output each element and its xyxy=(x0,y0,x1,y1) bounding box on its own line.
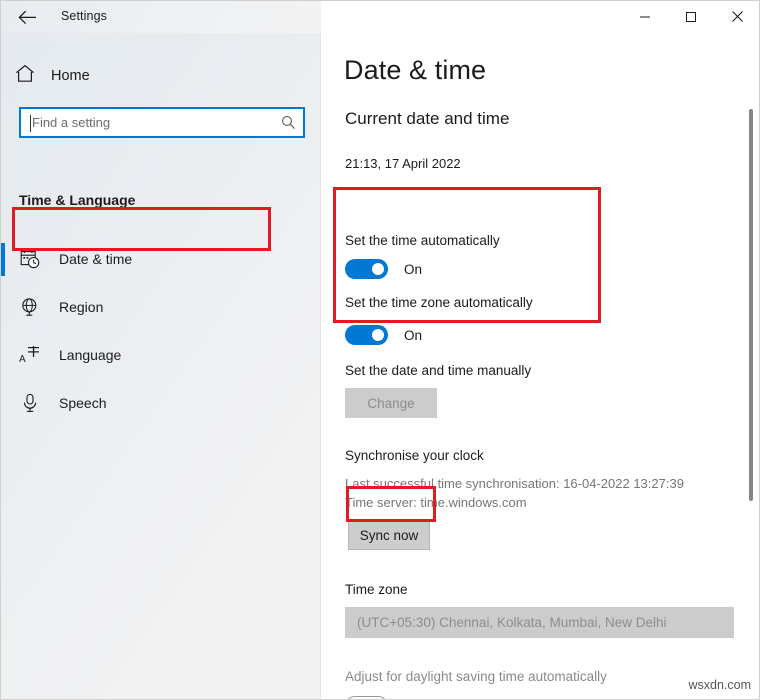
back-arrow-icon xyxy=(17,10,37,25)
daylight-saving-toggle[interactable] xyxy=(345,696,388,699)
search-box[interactable] xyxy=(19,107,305,138)
maximize-button[interactable] xyxy=(668,1,714,32)
sidebar-item-label: Speech xyxy=(59,395,107,411)
sync-clock-heading: Synchronise your clock xyxy=(345,448,484,463)
daylight-saving-label: Adjust for daylight saving time automati… xyxy=(345,669,607,684)
set-time-automatically-label: Set the time automatically xyxy=(345,233,500,248)
timezone-heading: Time zone xyxy=(345,582,408,597)
microphone-icon xyxy=(19,392,41,414)
sidebar-item-region[interactable]: Region xyxy=(1,283,321,331)
set-manually-label: Set the date and time manually xyxy=(345,363,532,378)
toggle-knob xyxy=(372,329,384,341)
sidebar-item-language[interactable]: A Language xyxy=(1,331,321,379)
window-title: Settings xyxy=(61,9,107,23)
content-scrollbar[interactable] xyxy=(743,33,759,699)
home-icon xyxy=(15,64,35,88)
svg-text:A: A xyxy=(19,354,26,365)
sidebar-item-label: Language xyxy=(59,347,122,363)
set-timezone-automatically-row: On xyxy=(345,325,422,345)
search-icon[interactable] xyxy=(273,109,303,136)
set-timezone-automatically-label: Set the time zone automatically xyxy=(345,295,533,310)
close-button[interactable] xyxy=(714,1,759,32)
daylight-saving-row: Off xyxy=(345,696,422,699)
title-bar-left-pane xyxy=(1,1,321,33)
change-button[interactable]: Change xyxy=(345,388,437,418)
watermark: wsxdn.com xyxy=(688,678,751,692)
sidebar-item-home[interactable]: Home xyxy=(15,59,215,93)
maximize-icon xyxy=(685,11,697,23)
settings-window: Settings Home Find a setting Time & Lang… xyxy=(0,0,760,700)
close-icon xyxy=(731,10,744,23)
sidebar-item-label: Date & time xyxy=(59,251,133,267)
sidebar-category-title: Time & Language xyxy=(19,192,136,208)
set-timezone-automatically-state: On xyxy=(404,327,423,343)
title-bar: Settings xyxy=(1,1,759,33)
main-content: Date & time Current date and time 21:13,… xyxy=(322,33,759,699)
current-datetime-heading: Current date and time xyxy=(345,109,510,128)
timezone-select[interactable]: (UTC+05:30) Chennai, Kolkata, Mumbai, Ne… xyxy=(345,607,734,638)
text-caret xyxy=(30,115,31,132)
last-sync-text: Last successful time synchronisation: 16… xyxy=(345,476,684,491)
sidebar-item-label: Region xyxy=(59,299,104,315)
sidebar: Home Time & Language xyxy=(1,33,321,699)
time-server-text: Time server: time.windows.com xyxy=(345,495,527,510)
set-time-automatically-state: On xyxy=(404,261,423,277)
sidebar-item-speech[interactable]: Speech xyxy=(1,379,321,427)
page-title: Date & time xyxy=(344,55,487,85)
sidebar-nav-list: Date & time Region A Language Speech xyxy=(1,235,321,427)
set-timezone-automatically-toggle[interactable] xyxy=(345,325,388,345)
language-icon: A xyxy=(19,344,41,366)
search-input[interactable] xyxy=(21,115,273,130)
sidebar-item-date-and-time[interactable]: Date & time xyxy=(1,235,321,283)
calendar-clock-icon xyxy=(19,248,41,270)
sync-now-button[interactable]: Sync now xyxy=(348,521,430,550)
minimize-icon xyxy=(639,11,651,23)
set-time-automatically-toggle[interactable] xyxy=(345,259,388,279)
minimize-button[interactable] xyxy=(622,1,668,32)
scrollbar-thumb[interactable] xyxy=(749,109,753,501)
back-button[interactable] xyxy=(9,3,45,31)
set-time-automatically-row: On xyxy=(345,259,422,279)
globe-icon xyxy=(19,296,41,318)
home-label: Home xyxy=(51,68,90,84)
current-datetime-value: 21:13, 17 April 2022 xyxy=(345,156,461,171)
toggle-knob xyxy=(372,263,384,275)
